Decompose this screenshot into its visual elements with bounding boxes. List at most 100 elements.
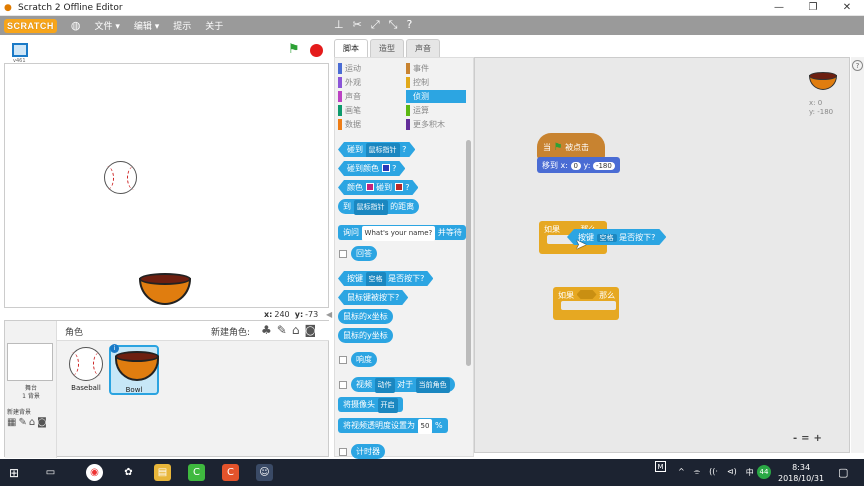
help-icon[interactable]: ? <box>852 60 863 71</box>
mouse-y-value: -73 <box>305 310 319 319</box>
category-8[interactable]: 数据 <box>338 118 398 131</box>
sprites-title: 角色 <box>65 328 84 338</box>
if-then-block-empty[interactable]: 如果 那么 <box>553 287 619 320</box>
palette-scrollbar[interactable] <box>466 140 471 366</box>
tab-scripts[interactable]: 脚本 <box>334 39 368 57</box>
category-5[interactable]: 侦测 <box>406 90 466 103</box>
stage-thumbnail[interactable] <box>7 343 53 381</box>
block-mouse-down[interactable]: 鼠标键被按下? <box>338 290 408 305</box>
camera-sprite-icon[interactable]: ◙ <box>304 323 316 337</box>
answer-checkbox[interactable] <box>339 250 347 258</box>
chrome-icon[interactable]: ◉ <box>86 464 103 481</box>
stage-mouse-coords: x: 240 y: -73 <box>264 310 319 319</box>
block-video-transparency[interactable]: 将视频透明度设置为 50 % <box>338 418 448 434</box>
category-6[interactable]: 画笔 <box>338 104 398 117</box>
fullscreen-icon[interactable] <box>12 43 28 57</box>
video-checkbox[interactable] <box>339 381 347 389</box>
block-mouse-x[interactable]: 鼠标的x坐标 <box>338 309 393 324</box>
cut-icon[interactable]: ✂ <box>353 18 362 32</box>
notification-icon[interactable]: ▢ <box>838 466 848 479</box>
stop-sign-icon[interactable] <box>310 44 323 57</box>
category-2[interactable]: 外观 <box>338 76 398 89</box>
ime-indicator[interactable]: M <box>655 461 666 472</box>
recorder-icon[interactable]: C <box>222 464 239 481</box>
category-4[interactable]: 声音 <box>338 90 398 103</box>
menu-edit[interactable]: 编辑 ▾ <box>134 19 159 32</box>
key-dropdown[interactable]: 空格 <box>597 234 617 242</box>
tab-costumes[interactable]: 造型 <box>370 39 404 57</box>
baseball-sprite[interactable] <box>104 161 137 194</box>
upload-sprite-icon[interactable]: ⌂ <box>292 323 300 337</box>
zoom-in-button[interactable]: + <box>814 433 822 444</box>
maximize-button[interactable]: ❐ <box>796 0 830 16</box>
input-language-indicator[interactable]: 中 <box>746 467 754 478</box>
taskbar-clock[interactable]: 8:34 2018/10/31 <box>778 462 824 484</box>
zoom-out-button[interactable]: - <box>793 433 797 444</box>
tray-badge[interactable]: 44 <box>757 465 771 479</box>
block-ask[interactable]: 询问 What's your name? 并等待 <box>338 225 466 241</box>
language-globe-icon[interactable]: ◍ <box>71 19 81 32</box>
timer-checkbox[interactable] <box>339 448 347 456</box>
sprite-card-baseball[interactable]: Baseball <box>63 345 109 395</box>
menubar: SCRATCH ◍ 文件 ▾ 编辑 ▾ 提示 关于 ⊥ ✂ ⤢ ⤡ ? <box>0 16 864 35</box>
block-mouse-y[interactable]: 鼠标的y坐标 <box>338 328 393 343</box>
grow-icon[interactable]: ⤢ <box>371 18 380 32</box>
tray-app-icon[interactable]: ⌯ <box>694 467 700 478</box>
category-3[interactable]: 控制 <box>406 76 466 89</box>
block-distance[interactable]: 到 鼠标指针 的距离 <box>338 199 420 215</box>
block-timer[interactable]: 计时器 <box>351 444 385 459</box>
block-turn-video[interactable]: 将摄像头 开启 <box>338 397 403 413</box>
bowl-sprite[interactable] <box>139 273 191 305</box>
scratch-taskbar-icon[interactable]: ☺ <box>256 464 273 481</box>
sprite-card-bowl[interactable]: i Bowl <box>109 344 159 395</box>
volume-icon[interactable]: ⊲) <box>727 467 737 478</box>
sprite-library-icon[interactable]: ♣ <box>261 323 272 337</box>
category-1[interactable]: 事件 <box>406 62 466 75</box>
clock-time: 8:34 <box>792 463 811 472</box>
block-key-pressed[interactable]: 按键 空格 是否按下? <box>338 271 433 286</box>
window-titlebar: ● Scratch 2 Offline Editor — ❐ ✕ <box>0 0 864 16</box>
tab-sounds[interactable]: 声音 <box>406 39 440 57</box>
paint-app-icon[interactable]: ✿ <box>120 464 137 481</box>
bowl-rim <box>139 273 191 285</box>
green-flag-icon: ⚑ <box>553 142 563 153</box>
task-view-icon[interactable]: ▭ <box>42 464 59 481</box>
when-flag-clicked-block[interactable]: 当 ⚑ 被点击 <box>537 133 605 159</box>
block-video[interactable]: 视频 动作 对于 当前角色 <box>351 377 455 393</box>
camtasia-icon[interactable]: C <box>188 464 205 481</box>
category-7[interactable]: 运算 <box>406 104 466 117</box>
goto-y-input[interactable]: -180 <box>592 162 615 170</box>
block-touching[interactable]: 碰到 鼠标指针 ? <box>338 142 415 157</box>
category-9[interactable]: 更多积木 <box>406 118 466 131</box>
stamp-icon[interactable]: ⊥ <box>334 18 344 32</box>
menu-file[interactable]: 文件 ▾ <box>94 19 119 32</box>
current-sprite-coords: x: 0 y: -180 <box>809 99 834 116</box>
block-loudness[interactable]: 响度 <box>351 352 377 367</box>
block-answer[interactable]: 回答 <box>351 246 377 261</box>
scratch-logo[interactable]: SCRATCH <box>4 18 57 33</box>
collapse-arrow-icon[interactable]: ◀ <box>326 310 332 319</box>
paint-sprite-icon[interactable]: ✎ <box>277 323 287 337</box>
wifi-icon[interactable]: ((· <box>709 467 718 478</box>
close-button[interactable]: ✕ <box>830 0 864 16</box>
goto-xy-block[interactable]: 移到 x: 0 y: -180 <box>537 157 620 173</box>
windows-start-icon[interactable]: ⊞ <box>9 466 19 480</box>
goto-x-input[interactable]: 0 <box>570 162 581 170</box>
menu-tips[interactable]: 提示 <box>173 19 191 32</box>
new-backdrop-tools[interactable]: ▦✎⌂◙ <box>7 417 49 428</box>
stage[interactable] <box>4 63 329 308</box>
tray-overflow-icon[interactable]: ^ <box>678 467 685 478</box>
category-0[interactable]: 运动 <box>338 62 398 75</box>
shrink-icon[interactable]: ⤡ <box>389 18 398 32</box>
editor-tabs: 脚本 造型 声音 <box>334 39 442 57</box>
green-flag-icon[interactable]: ⚑ <box>288 42 300 57</box>
help-icon[interactable]: ? <box>406 18 412 32</box>
block-touching-color[interactable]: 碰到颜色 ? <box>338 161 405 176</box>
minimize-button[interactable]: — <box>762 0 796 16</box>
menu-about[interactable]: 关于 <box>205 19 223 32</box>
file-explorer-icon[interactable]: ▤ <box>154 464 171 481</box>
loudness-checkbox[interactable] <box>339 356 347 364</box>
scripts-area[interactable]: 当 ⚑ 被点击 移到 x: 0 y: -180 如果 那么 按键 空格 是否按下… <box>474 57 850 453</box>
block-color-touching[interactable]: 颜色 碰到 ? <box>338 180 418 195</box>
zoom-reset-button[interactable]: = <box>801 433 809 444</box>
